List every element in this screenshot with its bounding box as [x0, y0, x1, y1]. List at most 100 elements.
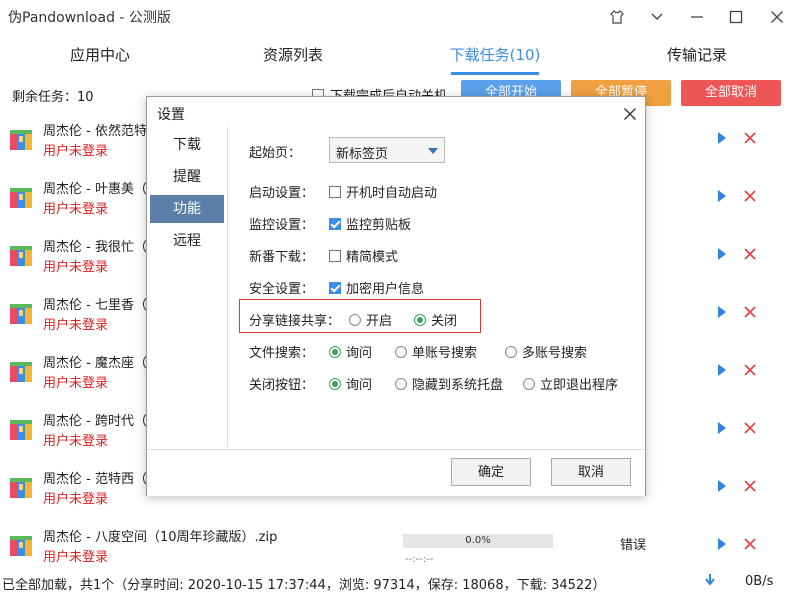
delete-icon[interactable]	[744, 242, 756, 264]
new-download-checkbox[interactable]	[329, 249, 341, 262]
play-icon[interactable]	[718, 364, 726, 376]
active-tab-indicator	[451, 72, 539, 75]
monitor-label: 监控设置：	[249, 218, 315, 233]
archive-file-icon	[10, 246, 32, 266]
archive-file-icon	[10, 304, 32, 324]
startup-option-label: 开机时自动启动	[346, 186, 438, 201]
play-icon[interactable]	[718, 480, 726, 492]
close-exit-radio[interactable]	[523, 377, 535, 390]
dialog-close-icon[interactable]	[623, 101, 637, 126]
task-file-name: 周杰伦 - 魔杰座（	[43, 356, 147, 371]
settings-nav-reminder[interactable]: 提醒	[150, 163, 224, 191]
maximize-icon[interactable]	[719, 4, 753, 30]
close-exit-label: 立即退出程序	[540, 378, 619, 393]
delete-icon[interactable]	[744, 358, 756, 380]
status-bar: 已全部加载，共1个（分享时间: 2020-10-15 17:37:44，浏览: …	[0, 568, 798, 595]
file-search-ask-option[interactable]: 询问	[329, 342, 372, 361]
monitor-option-label: 监控剪贴板	[346, 218, 412, 233]
task-status: 用户未登录	[43, 492, 109, 507]
play-icon[interactable]	[718, 306, 726, 318]
settings-dialog: 设置 下载 提醒 功能 远程 起始页： 新标签页 启动设置： 开机时自动启动 监…	[146, 96, 646, 496]
task-file-name: 周杰伦 - 八度空间（10周年珍藏版）.zip	[43, 530, 278, 545]
startup-checkbox[interactable]	[329, 185, 341, 198]
delete-icon[interactable]	[744, 184, 756, 206]
new-download-label: 新番下载：	[249, 250, 315, 265]
task-eta: --:--:--	[405, 554, 434, 565]
task-status: 用户未登录	[43, 202, 109, 217]
close-ask-option[interactable]: 询问	[329, 374, 372, 393]
archive-file-icon	[10, 130, 32, 150]
file-search-ask-label: 询问	[346, 346, 373, 361]
close-exit-option[interactable]: 立即退出程序	[523, 374, 618, 393]
task-file-name: 周杰伦 - 我很忙（	[43, 240, 147, 255]
task-file-name: 周杰伦 - 依然范特西	[43, 124, 160, 139]
new-download-option[interactable]: 精简模式	[329, 246, 398, 265]
ok-button[interactable]: 确定	[451, 458, 531, 486]
file-search-single-option[interactable]: 单账号搜索	[395, 342, 477, 361]
task-file-name: 周杰伦 - 跨时代（	[43, 414, 147, 429]
delete-icon[interactable]	[744, 474, 756, 496]
play-icon[interactable]	[718, 422, 726, 434]
share-link-off-radio[interactable]	[414, 313, 426, 326]
file-search-label: 文件搜索：	[249, 346, 315, 361]
settings-nav-features[interactable]: 功能	[150, 195, 224, 223]
file-search-ask-radio[interactable]	[329, 345, 341, 358]
play-icon[interactable]	[718, 248, 726, 260]
settings-nav-download[interactable]: 下载	[150, 131, 224, 159]
task-state: 错误	[620, 538, 647, 553]
settings-sidebar: 下载 提醒 功能 远程	[147, 127, 228, 447]
task-status: 用户未登录	[43, 318, 109, 333]
task-status: 用户未登录	[43, 550, 109, 565]
task-file-name: 周杰伦 - 七里香（	[43, 298, 147, 313]
main-nav: 应用中心 资源列表 下载任务(10) 传输记录	[0, 34, 798, 76]
delete-icon[interactable]	[744, 300, 756, 322]
start-page-label: 起始页：	[249, 146, 302, 161]
archive-file-icon	[10, 536, 32, 556]
play-icon[interactable]	[718, 190, 726, 202]
startup-option[interactable]: 开机时自动启动	[329, 182, 437, 201]
security-checkbox[interactable]	[329, 281, 341, 294]
close-button-label: 关闭按钮：	[249, 378, 315, 393]
cancel-button[interactable]: 取消	[551, 458, 631, 486]
task-status: 用户未登录	[43, 144, 109, 159]
monitor-option[interactable]: 监控剪贴板	[329, 214, 411, 233]
task-row[interactable]: 周杰伦 - 八度空间（10周年珍藏版）.zip 用户未登录 0.0% --:--:--…	[0, 516, 798, 574]
file-search-multi-option[interactable]: 多账号搜索	[505, 342, 587, 361]
delete-icon[interactable]	[744, 416, 756, 438]
security-label: 安全设置：	[249, 282, 315, 297]
close-tray-option[interactable]: 隐藏到系统托盘	[395, 374, 503, 393]
caret-down-icon	[428, 148, 438, 154]
tab-transfer-records[interactable]: 传输记录	[597, 34, 797, 76]
shirt-icon[interactable]	[600, 4, 634, 30]
security-option-label: 加密用户信息	[346, 282, 425, 297]
settings-nav-remote[interactable]: 远程	[150, 227, 224, 255]
task-status: 用户未登录	[43, 260, 109, 275]
chevron-down-icon[interactable]	[640, 4, 674, 30]
file-search-multi-radio[interactable]	[505, 345, 517, 358]
delete-icon[interactable]	[744, 126, 756, 148]
file-search-single-radio[interactable]	[395, 345, 407, 358]
play-icon[interactable]	[718, 538, 726, 550]
tab-resource-list[interactable]: 资源列表	[193, 34, 393, 76]
close-tray-label: 隐藏到系统托盘	[412, 378, 504, 393]
status-text: 已全部加载，共1个（分享时间: 2020-10-15 17:37:44，浏览: …	[2, 578, 606, 593]
tab-app-center[interactable]: 应用中心	[0, 34, 200, 76]
security-option[interactable]: 加密用户信息	[329, 278, 424, 297]
close-tray-radio[interactable]	[395, 377, 407, 390]
share-link-on-radio[interactable]	[349, 313, 361, 326]
close-icon[interactable]	[760, 4, 794, 30]
share-link-on-option[interactable]: 开启	[349, 310, 392, 329]
dialog-footer: 确定 取消	[147, 449, 645, 496]
share-link-label: 分享链接共享：	[249, 314, 341, 329]
monitor-checkbox[interactable]	[329, 217, 341, 230]
minimize-icon[interactable]	[680, 4, 714, 30]
tab-download-tasks[interactable]: 下载任务(10)	[395, 34, 595, 76]
task-status: 用户未登录	[43, 434, 109, 449]
play-icon[interactable]	[718, 132, 726, 144]
close-ask-radio[interactable]	[329, 377, 341, 390]
share-link-off-option[interactable]: 关闭	[414, 310, 457, 329]
cancel-all-button[interactable]: 全部取消	[681, 80, 781, 106]
start-page-select[interactable]: 新标签页	[329, 137, 445, 163]
delete-icon[interactable]	[744, 532, 756, 554]
file-search-single-label: 单账号搜索	[412, 346, 478, 361]
